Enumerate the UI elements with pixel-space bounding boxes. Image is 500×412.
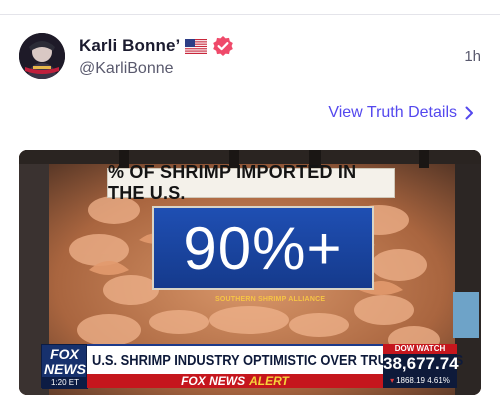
post-timestamp: 1h — [464, 48, 481, 65]
author-display-name[interactable]: Karli Bonne’ — [79, 36, 180, 56]
graphic-source: SOUTHERN SHRIMP ALLIANCE — [215, 296, 326, 303]
author-name-row: Karli Bonne’ — [79, 35, 234, 57]
author-handle[interactable]: @KarliBonne — [79, 60, 174, 78]
news-chyron: FOX NEWS 1:20 ET U.S. SHRIMP INDUSTRY OP… — [41, 344, 463, 389]
dow-change-percent: 4.61% — [427, 376, 450, 385]
dow-ticker-label: DOW WATCH — [383, 344, 457, 354]
graphic-stat-value: 90%+ — [183, 214, 343, 282]
graphic-stat-box: 90%+ — [152, 206, 374, 290]
down-arrow-icon: ▾ — [390, 376, 395, 385]
logo-network-bottom: NEWS — [44, 361, 86, 377]
chyron-clock: 1:20 ET — [42, 377, 88, 389]
dow-ticker-value: 38,677.74 — [383, 354, 459, 373]
logo-network-top: FOX — [50, 346, 79, 362]
news-alert-bar: FOX NEWS ALERT — [87, 374, 383, 388]
top-divider — [0, 14, 500, 15]
graphic-headline: % OF SHRIMP IMPORTED IN THE U.S. — [107, 162, 395, 203]
fox-news-logo: FOX NEWS 1:20 ET — [41, 344, 88, 389]
us-flag-icon — [185, 38, 208, 54]
verified-badge-icon — [212, 35, 234, 57]
alert-word: ALERT — [249, 374, 289, 388]
dow-ticker-change: ▾ 1868.19 4.61% — [383, 374, 457, 388]
graphic-headline-text: % OF SHRIMP IMPORTED IN THE U.S. — [108, 162, 357, 203]
avatar[interactable] — [19, 33, 65, 79]
chyron-headline-bar: U.S. SHRIMP INDUSTRY OPTIMISTIC OVER TRU… — [87, 344, 463, 374]
chevron-right-icon — [465, 106, 473, 120]
view-truth-details-link[interactable]: View Truth Details — [328, 104, 474, 122]
view-truth-details-label: View Truth Details — [328, 104, 457, 121]
dow-ticker: DOW WATCH 38,677.74 ▾ 1868.19 4.61% — [383, 344, 459, 388]
alert-brand: FOX NEWS — [181, 374, 246, 388]
dow-change-points: 1868.19 — [396, 376, 425, 385]
